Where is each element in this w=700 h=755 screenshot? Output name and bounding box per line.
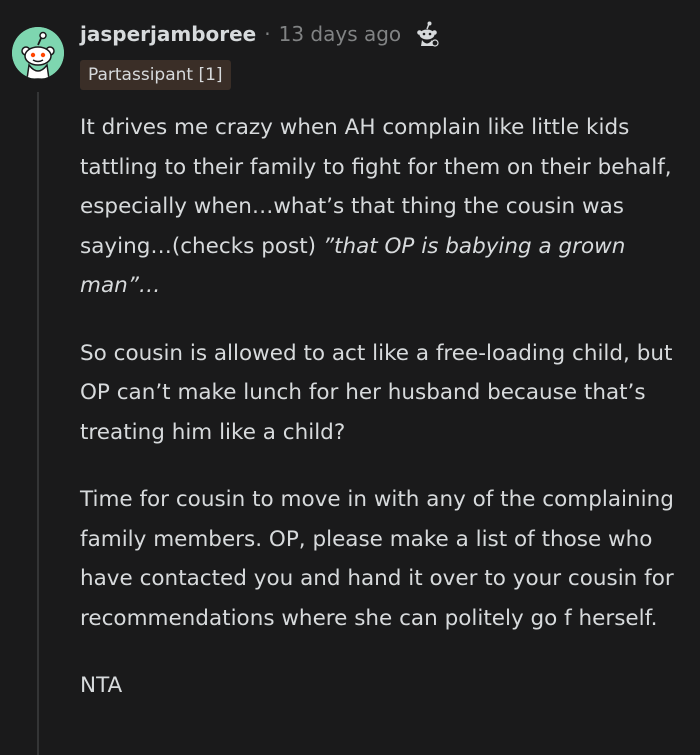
meta-separator: · [264,22,271,46]
comment-paragraph-3: Time for cousin to move in with any of t… [80,487,674,631]
comment-paragraph-4: NTA [80,673,123,698]
comment-meta: jasperjamboree · 13 days ago [80,18,441,50]
timestamp[interactable]: 13 days ago [279,22,402,46]
snoo-award-icon[interactable] [413,20,441,48]
user-flair: Partassipant [1] [80,60,231,90]
thread-line[interactable] [37,92,39,755]
comment-body: It drives me crazy when AH complain like… [80,108,680,734]
username-link[interactable]: jasperjamboree [80,22,256,46]
comment-paragraph-2: So cousin is allowed to act like a free-… [80,340,673,445]
snoo-avatar-icon [12,27,64,79]
comment-paragraph-1: It drives me crazy when AH complain like… [80,108,680,306]
avatar[interactable] [12,27,64,79]
